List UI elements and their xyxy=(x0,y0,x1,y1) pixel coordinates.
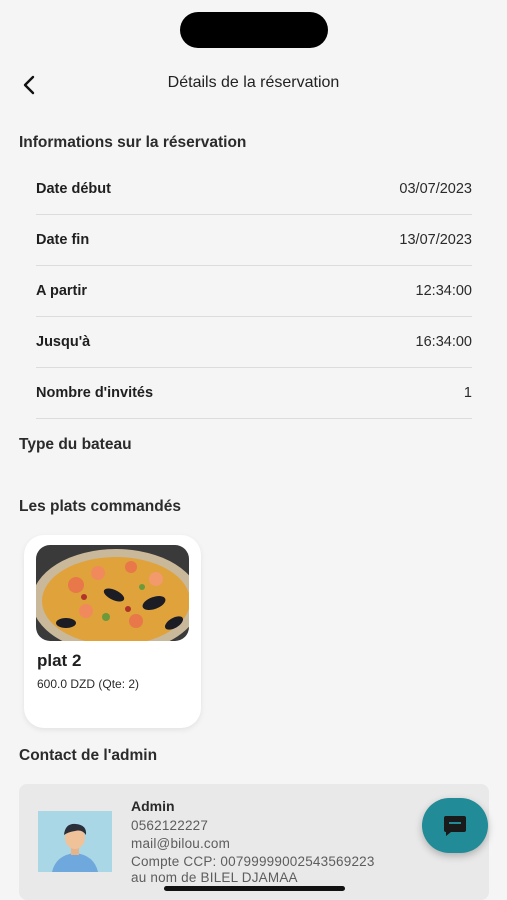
dynamic-island xyxy=(180,12,328,48)
info-row-jusqua: Jusqu'à 16:34:00 xyxy=(36,317,472,368)
info-row-a-partir: A partir 12:34:00 xyxy=(36,266,472,317)
chat-bubble-icon xyxy=(444,815,466,836)
admin-phone[interactable]: 0562122227 xyxy=(131,818,208,833)
admin-ccp-holder: au nom de BILEL DJAMAA xyxy=(131,870,298,885)
info-value: 1 xyxy=(463,385,472,401)
info-label: Jusqu'à xyxy=(36,334,91,350)
info-label: Nombre d'invités xyxy=(36,385,154,401)
info-value: 16:34:00 xyxy=(415,334,472,350)
plat-image xyxy=(36,545,189,641)
page-title: Détails de la réservation xyxy=(167,74,340,91)
info-label: Date fin xyxy=(36,232,90,248)
contact-section-title: Contact de l'admin xyxy=(19,747,158,764)
plats-section-title: Les plats commandés xyxy=(19,498,181,515)
info-label: A partir xyxy=(36,283,88,299)
chat-button[interactable] xyxy=(422,798,488,853)
info-value: 12:34:00 xyxy=(415,283,472,299)
info-row-date-fin: Date fin 13/07/2023 xyxy=(36,215,472,266)
boat-section-title: Type du bateau xyxy=(19,436,132,453)
info-label: Date début xyxy=(36,181,111,197)
reservation-info-list: Date début 03/07/2023 Date fin 13/07/202… xyxy=(36,164,472,419)
admin-ccp: Compte CCP: 0079999900254356922​3 xyxy=(131,854,375,869)
info-row-date-debut: Date début 03/07/2023 xyxy=(36,164,472,215)
info-value: 13/07/2023 xyxy=(399,232,472,248)
info-row-nombre-invites: Nombre d'invités 1 xyxy=(36,368,472,419)
admin-contact-card: Admin 0562122227 mail@bilou.com Compte C… xyxy=(19,784,489,900)
plat-card[interactable]: plat 2 600.0 DZD (Qte: 2) xyxy=(24,535,201,728)
admin-email[interactable]: mail@bilou.com xyxy=(131,836,230,851)
admin-name: Admin xyxy=(131,798,175,814)
info-value: 03/07/2023 xyxy=(399,181,472,197)
reservation-section-title: Informations sur la réservation xyxy=(19,134,247,151)
status-bar xyxy=(0,0,507,60)
home-indicator xyxy=(164,886,345,891)
plat-name: plat 2 xyxy=(37,651,82,670)
plat-price: 600.0 DZD (Qte: 2) xyxy=(37,677,140,691)
top-nav: Détails de la réservation xyxy=(0,60,507,110)
avatar xyxy=(38,811,112,872)
